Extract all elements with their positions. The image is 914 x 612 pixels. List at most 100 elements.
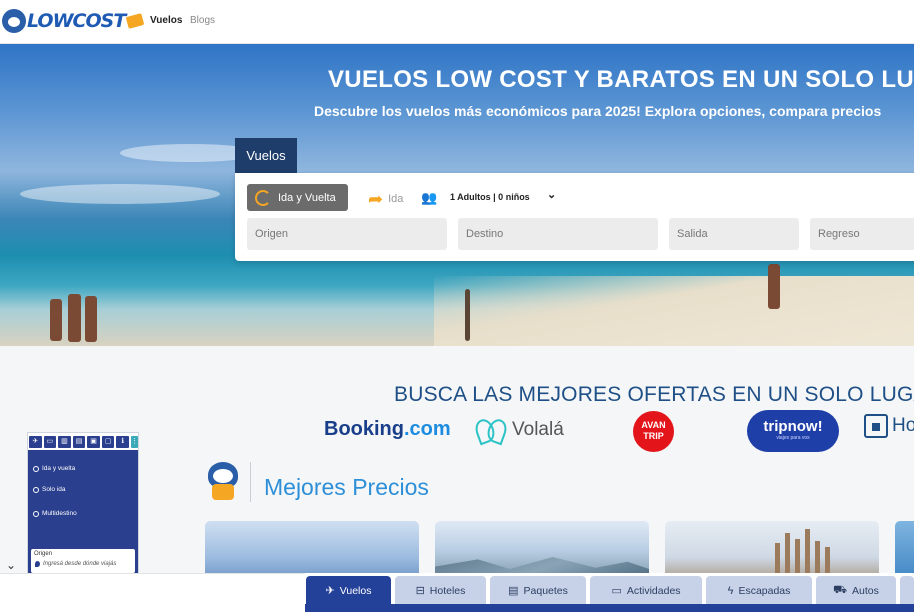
widget-origin-label: Origen (34, 551, 53, 557)
bottom-tab-actividades[interactable]: ▭ Actividades (590, 576, 702, 605)
more-icon[interactable]: ⋮ (131, 435, 139, 448)
mascot-face (213, 469, 233, 483)
logo-text: LOWCOST (27, 10, 126, 32)
ticket-icon (126, 13, 145, 29)
site-logo[interactable]: LOWCOST (2, 6, 145, 36)
plane-icon[interactable]: ✈ (29, 435, 42, 448)
hero-person (68, 294, 81, 342)
bottom-tab-paquetes[interactable]: ▤ Paquetes (490, 576, 586, 605)
bottom-tab-label: Escapadas (738, 584, 791, 597)
ticket-icon: ▭ (611, 585, 622, 597)
hero-title: VUELOS LOW COST Y BARATOS EN UN SOLO LUG… (328, 66, 914, 93)
chevron-down-icon[interactable]: ⌄ (6, 558, 16, 572)
search-widget: ✈ ▭ ▥ ▤ ▣ ▢ ℹ ⋮ Ida y vuelta Solo ida Mu… (27, 432, 139, 574)
passengers-icon: 👥 (421, 190, 438, 205)
tripnow-tagline: viajes para vos (776, 435, 810, 441)
avantrip-line1: AVAN (641, 420, 666, 430)
bottom-tab-label: Actividades (626, 584, 681, 597)
suitcase-icon: ▤ (508, 585, 519, 597)
hero-post (465, 289, 470, 341)
widget-option-label: Solo ida (42, 486, 66, 493)
widget-origin-placeholder-text: Ingresá desde dónde viajás (43, 561, 117, 567)
hero-person (85, 296, 97, 342)
widget-option-round-trip[interactable]: Ida y vuelta (33, 465, 75, 472)
volala-logo-text: Volalá (512, 419, 564, 440)
round-trip-button[interactable]: Ida y Vuelta (247, 184, 348, 211)
avantrip-logo[interactable]: AVAN TRIP (633, 411, 674, 452)
building-icon[interactable]: ▥ (58, 435, 71, 448)
widget-option-one-way[interactable]: Solo ida (33, 486, 66, 493)
hero-sand (434, 276, 914, 346)
hoteles-logo[interactable]: Ho (864, 414, 914, 438)
hero-person (50, 299, 62, 341)
bottom-tab-label: Paquetes (523, 584, 568, 597)
mascot-icon (2, 9, 26, 33)
widget-option-label: Multidestino (42, 510, 77, 517)
volala-logo[interactable]: Volalá (474, 417, 564, 443)
hero-banner: VUELOS LOW COST Y BARATOS EN UN SOLO LUG… (0, 44, 914, 346)
chevron-down-icon[interactable]: ⌄ (547, 188, 556, 201)
bottom-tab-vuelos[interactable]: ✈ Vuelos (306, 576, 391, 605)
one-way-button[interactable]: ➦ Ida (368, 190, 403, 208)
section-divider (250, 462, 251, 502)
forward-arrow-icon: ➦ (368, 189, 384, 209)
bed-icon: ⊟ (415, 585, 425, 597)
return-date-input[interactable]: Regreso (810, 218, 914, 250)
refresh-icon (255, 189, 271, 206)
top-navbar: LOWCOST Vuelos Blogs (0, 0, 914, 44)
location-pin-icon (35, 561, 40, 567)
hero-subtitle: Descubre los vuelos más económicos para … (314, 103, 882, 119)
one-way-label: Ida (388, 193, 404, 205)
avantrip-line2: TRIP (643, 431, 664, 441)
bottom-tab-hoteles[interactable]: ⊟ Hoteles (395, 576, 486, 605)
bottom-left-bar (0, 573, 305, 612)
destination-card[interactable] (435, 521, 649, 581)
car-icon: ⛟ (833, 583, 847, 596)
bottom-tab-autos[interactable]: ⛟ Autos (816, 576, 896, 605)
info-icon[interactable]: ℹ (116, 435, 130, 448)
hoteles-logo-text: Ho (892, 415, 914, 436)
radio-icon (33, 486, 39, 493)
radio-icon (33, 465, 39, 472)
flight-search-form: Ida y Vuelta ➦ Ida 👥 1 Adultos | 0 niños… (235, 173, 914, 261)
widget-toolbar: ✈ ▭ ▥ ▤ ▣ ▢ ℹ ⋮ (28, 433, 139, 450)
mascot-body (212, 484, 234, 500)
origin-input[interactable]: Origen (247, 218, 447, 250)
house-icon (864, 414, 888, 438)
bottom-tab-more[interactable] (900, 576, 914, 605)
nav-link-blogs[interactable]: Blogs (190, 15, 215, 26)
heart-icon (474, 417, 508, 443)
widget-option-label: Ida y vuelta (42, 465, 76, 472)
bottom-tab-panel (305, 604, 914, 612)
widget-origin-input[interactable]: Origen Ingresá desde dónde viajás (31, 549, 135, 573)
destination-card[interactable] (895, 521, 914, 581)
bus-icon[interactable]: ▣ (87, 435, 100, 448)
hero-person (768, 264, 780, 309)
plane-icon: ✈ (325, 585, 335, 597)
tripnow-logo-text: tripnow! (763, 418, 823, 435)
destination-card[interactable] (665, 521, 879, 581)
tripnow-logo[interactable]: tripnow! viajes para vos (747, 410, 839, 452)
bottom-tab-label: Autos (851, 584, 879, 597)
nav-link-vuelos[interactable]: Vuelos (150, 15, 182, 26)
bed-icon[interactable]: ▭ (43, 435, 57, 448)
booking-logo-text: Booking (324, 418, 404, 440)
ticket-icon[interactable]: ▤ (72, 435, 86, 448)
tab-vuelos[interactable]: Vuelos (235, 138, 297, 173)
hero-cloud (20, 184, 220, 204)
radio-icon (33, 510, 39, 517)
mascot-icon (206, 462, 240, 500)
booking-logo-suffix: .com (404, 418, 451, 440)
departure-date-input[interactable]: Salida (669, 218, 799, 250)
bottom-tab-label: Hoteles (429, 584, 466, 597)
widget-option-multi[interactable]: Multidestino (33, 510, 77, 517)
booking-logo[interactable]: Booking.com (324, 418, 451, 441)
destination-card[interactable] (205, 521, 419, 581)
destination-input[interactable]: Destino (458, 218, 658, 250)
round-trip-label: Ida y Vuelta (278, 191, 336, 204)
bottom-tab-label: Vuelos (339, 584, 372, 597)
widget-origin-placeholder: Ingresá desde dónde viajás (35, 561, 116, 567)
bottom-tab-escapadas[interactable]: ϟ Escapadas (706, 576, 812, 605)
bag-icon[interactable]: ▢ (101, 435, 115, 448)
passengers-selector[interactable]: 1 Adultos | 0 niños (450, 192, 530, 202)
